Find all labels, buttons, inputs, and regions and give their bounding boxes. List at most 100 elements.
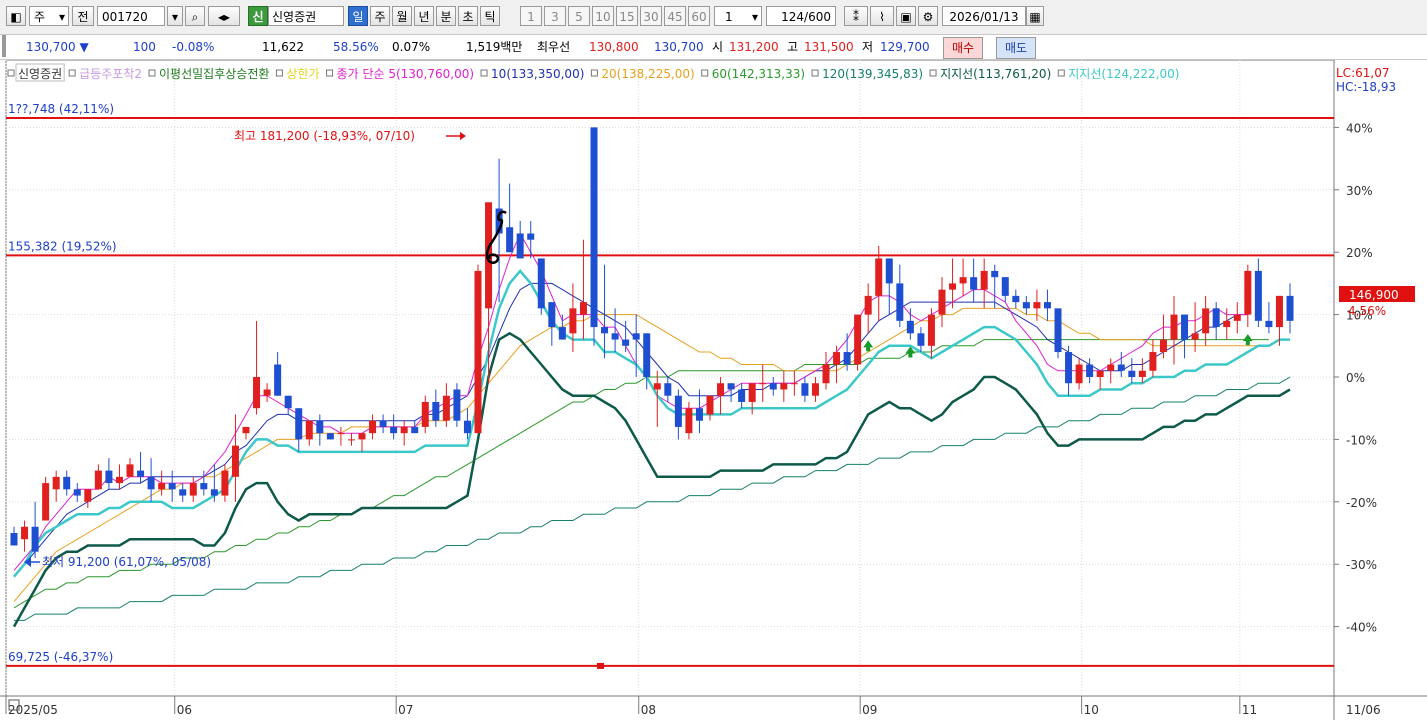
legend-item: 20(138,225,00) — [601, 67, 694, 81]
legend-item: 신영증권 — [18, 67, 62, 81]
candle-body — [896, 283, 904, 321]
candle-body — [347, 439, 355, 441]
candle-body — [590, 127, 598, 328]
type-button[interactable]: 전 — [72, 6, 94, 26]
layout-icon[interactable]: ◧ — [6, 6, 26, 26]
tab-interval-3[interactable]: 3 — [544, 6, 566, 26]
candle-body — [717, 383, 725, 396]
candle-body — [210, 489, 218, 496]
candle-body — [147, 476, 155, 490]
candle-body — [727, 383, 735, 390]
chart-area[interactable]: 40% 30% 20% 10% 0% -10% -20% -30% -40% 2025/05 06 0… — [0, 59, 1427, 720]
tab-period-2[interactable]: 월 — [392, 6, 412, 26]
candle-body — [231, 445, 239, 477]
candle-body — [1001, 277, 1009, 296]
candle-body — [1149, 352, 1157, 371]
candle-body — [695, 408, 703, 421]
tab-period-3[interactable]: 년 — [414, 6, 434, 26]
price-chart[interactable]: 40%30%20%10%0%-10%-20%-30%-40%2025/05 06 0… — [0, 59, 1427, 720]
count-input[interactable]: 124/600 — [766, 6, 836, 26]
y-tick-label: 20% — [1346, 246, 1373, 260]
save-icon[interactable]: ▣ — [896, 6, 916, 26]
high-annotation: 최고 181,200 (-18,93%, 07/10) — [234, 129, 415, 143]
legend-item: 급등주포착2 — [79, 67, 142, 81]
candle-body — [980, 270, 988, 290]
candle-body — [284, 395, 292, 409]
candle-body — [632, 333, 640, 340]
best-ask: 130,800 — [589, 40, 639, 54]
buy-button[interactable]: 매수 — [943, 37, 984, 59]
candle-body — [1054, 308, 1062, 353]
tab-interval-15[interactable]: 15 — [616, 6, 638, 26]
tab-interval-5[interactable]: 5 — [568, 6, 590, 26]
change-pct: -0.08% — [172, 40, 215, 54]
quote-tab-marker — [2, 35, 6, 57]
reference-line-label: 69,725 (-46,37%) — [8, 650, 113, 664]
stock-name: 신영증권 — [268, 6, 344, 26]
candle-body — [1265, 320, 1273, 328]
candle-body — [906, 320, 914, 334]
candle-body — [1065, 352, 1073, 384]
search-icon[interactable]: ⌕ — [185, 6, 205, 26]
tab-interval-60[interactable]: 60 — [688, 6, 710, 26]
candle-body — [1191, 333, 1199, 340]
candle-body — [1159, 339, 1167, 353]
tab-interval-1[interactable]: 1 — [520, 6, 542, 26]
candle-body — [337, 433, 345, 435]
tab-interval-10[interactable]: 10 — [592, 6, 614, 26]
candle-body — [569, 308, 577, 334]
candle-settings-icon[interactable]: ⁑ — [844, 6, 868, 26]
tab-period-5[interactable]: 초 — [458, 6, 478, 26]
candle-body — [179, 489, 187, 496]
candle-body — [21, 526, 29, 540]
tab-interval-45[interactable]: 45 — [664, 6, 686, 26]
candle-body — [759, 383, 767, 385]
reference-line-label: 1??,748 (42,11%) — [8, 102, 114, 116]
date-input[interactable]: 2026/01/13 — [942, 6, 1026, 26]
candle-body — [1117, 364, 1125, 371]
chevron-down-icon: ▾ — [58, 10, 65, 24]
open-label: 시 — [712, 40, 724, 54]
gear-icon[interactable]: ⚙ — [918, 6, 938, 26]
tab-period-6[interactable]: 틱 — [480, 6, 500, 26]
tab-period-0[interactable]: 일 — [348, 6, 368, 26]
stock-code-input[interactable]: 001720 — [97, 6, 165, 26]
down-arrow-icon: ▼ — [79, 40, 89, 54]
candle-body — [453, 389, 461, 421]
x-tick-label: 09 — [862, 703, 877, 717]
candle-body — [579, 302, 587, 315]
candle-body — [305, 420, 313, 440]
y-tick-label: -40% — [1346, 621, 1377, 635]
candle-body — [706, 395, 714, 415]
y-tick-label: 40% — [1346, 121, 1373, 135]
legend-item: 120(139,345,83) — [822, 67, 923, 81]
sound-icon[interactable]: ◂▸ — [208, 6, 240, 26]
code-dropdown-icon[interactable]: ▾ — [167, 6, 183, 26]
candle-body — [1096, 370, 1104, 377]
candle-body — [31, 526, 39, 552]
candle-body — [242, 426, 250, 434]
tab-interval-30[interactable]: 30 — [640, 6, 662, 26]
sell-button[interactable]: 매도 — [996, 37, 1037, 59]
market-select[interactable]: 주 ▾ — [29, 6, 69, 26]
candle-body — [105, 470, 113, 484]
high-label: 고 — [787, 40, 799, 54]
candle-body — [1128, 370, 1136, 377]
candle-body — [1170, 314, 1178, 340]
candle-body — [63, 476, 71, 490]
best-bid-label: 최우선 — [537, 40, 571, 54]
calendar-icon[interactable]: ▦ — [1026, 6, 1044, 26]
candle-body — [959, 277, 967, 284]
current-price-tag-value: 146,900 — [1349, 288, 1399, 302]
candle-body — [94, 470, 102, 490]
candle-body — [253, 377, 261, 409]
tab-period-4[interactable]: 분 — [436, 6, 456, 26]
tab-period-1[interactable]: 주 — [370, 6, 390, 26]
candle-body — [1033, 302, 1041, 309]
candle-body — [1244, 270, 1252, 315]
interval-select[interactable]: 1 ▾ — [714, 6, 762, 26]
candle-body — [527, 233, 535, 240]
line-tool-icon[interactable]: ⌇ — [870, 6, 894, 26]
candle-body — [622, 339, 630, 346]
candle-body — [917, 333, 925, 346]
